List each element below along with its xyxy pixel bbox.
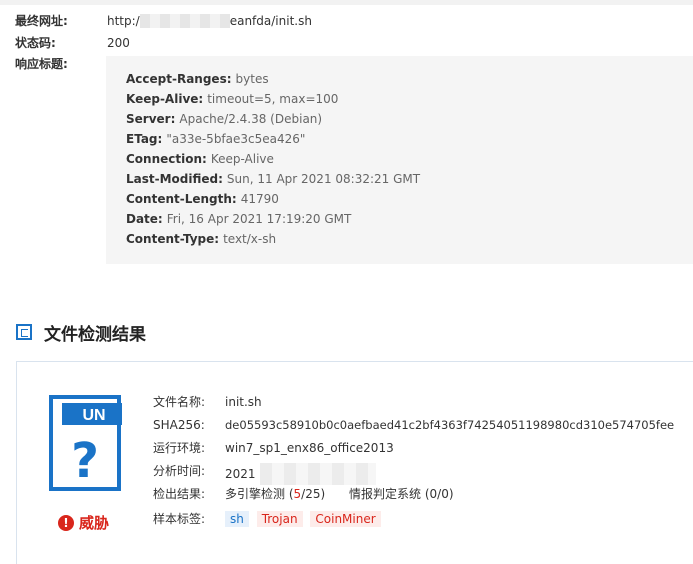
header-key: ETag: [126, 132, 163, 146]
top-divider [0, 0, 693, 5]
intel-system-count: (0/0) [424, 487, 454, 501]
header-value: Sun, 11 Apr 2021 08:32:21 GMT [226, 172, 421, 186]
engine-count: (5/25) [289, 487, 325, 501]
unknown-file-icon-graphic: UN ? [49, 395, 126, 491]
header-key: Server: [126, 112, 176, 126]
header-value: Apache/2.4.38 (Debian) [179, 112, 323, 126]
detection-result-value: 多引擎检测 (5/25) 情报判定系统 (0/0) [225, 486, 454, 502]
multi-engine-link[interactable]: 多引擎检测 [225, 487, 285, 501]
section-title: 文件检测结果 [44, 324, 146, 345]
header-value: Fri, 16 Apr 2021 17:19:20 GMT [166, 212, 352, 226]
header-value: 41790 [240, 192, 279, 206]
header-value: timeout=5, max=100 [207, 92, 339, 106]
analysis-time-label: 分析时间: [153, 464, 206, 478]
document-section-icon [16, 324, 32, 340]
redacted-date-segment [259, 463, 376, 485]
header-line: ETag: "a33e-5bfae3c5ea426" [126, 131, 305, 147]
env-label: 运行环境: [153, 441, 206, 455]
tag-sh[interactable]: sh [225, 511, 249, 527]
intel-system-link[interactable]: 情报判定系统 [349, 487, 421, 501]
header-key: Accept-Ranges: [126, 72, 232, 86]
header-key: Content-Length: [126, 192, 237, 206]
detection-result-label: 检出结果: [153, 487, 206, 501]
header-line: Date: Fri, 16 Apr 2021 17:19:20 GMT [126, 211, 351, 227]
tag-coinminer[interactable]: CoinMiner [310, 511, 381, 527]
header-line: Last-Modified: Sun, 11 Apr 2021 08:32:21 … [126, 171, 420, 187]
header-value: text/x-sh [223, 232, 277, 246]
analysis-time-year: 2021 [225, 467, 256, 481]
header-line: Content-Type: text/x-sh [126, 231, 276, 247]
unknown-file-icon: UN ? [48, 394, 126, 492]
section-header: 文件检测结果 [16, 320, 146, 345]
redacted-url-segment [139, 14, 230, 28]
tag-trojan[interactable]: Trojan [256, 511, 303, 527]
header-value: Keep-Alive [210, 152, 274, 166]
header-value: "a33e-5bfae3c5ea426" [166, 132, 306, 146]
status-value: 200 [107, 36, 130, 50]
header-key: Content-Type: [126, 232, 220, 246]
header-key: Last-Modified: [126, 172, 223, 186]
sample-tags-label: 样本标签: [153, 512, 206, 526]
warning-icon: ! [58, 514, 74, 531]
final-url-suffix: eanfda/init.sh [229, 14, 312, 28]
status-label: 状态码: [15, 36, 56, 50]
question-mark-icon: ? [71, 433, 99, 489]
header-value: bytes [235, 72, 269, 86]
env-value: win7_sp1_enx86_office2013 [225, 441, 394, 455]
header-line: Keep-Alive: timeout=5, max=100 [126, 91, 338, 107]
header-line: Connection: Keep-Alive [126, 151, 274, 167]
sample-tags: sh Trojan CoinMiner [225, 511, 385, 527]
header-key: Keep-Alive: [126, 92, 204, 106]
response-headers-panel: Accept-Ranges: bytes Keep-Alive: timeout=5… [106, 56, 693, 264]
verdict-badge: ! 威胁 [58, 512, 109, 533]
final-url-prefix: http:/ [107, 14, 140, 28]
headers-label: 响应标题: [15, 57, 68, 71]
filename-value: init.sh [225, 395, 262, 409]
analysis-time-value: 2021 [225, 463, 376, 485]
verdict-text: 威胁 [79, 514, 110, 532]
sha256-label: SHA256: [153, 418, 205, 432]
final-url-label: 最终网址: [15, 14, 68, 28]
filename-label: 文件名称: [153, 395, 206, 409]
engine-total: /25) [301, 487, 326, 501]
page: 最终网址: http:/ eanfda/init.sh 状态码: 200 响应标题… [0, 0, 693, 564]
header-line: Accept-Ranges: bytes [126, 71, 269, 87]
file-type-badge: UN [82, 407, 105, 424]
header-key: Connection: [126, 152, 207, 166]
final-url-value[interactable]: http:/ eanfda/init.sh [107, 13, 312, 29]
header-line: Content-Length: 41790 [126, 191, 279, 207]
header-line: Server: Apache/2.4.38 (Debian) [126, 111, 322, 127]
sha256-value[interactable]: de05593c58910b0c0aefbaed41c2bf4363f74254… [225, 417, 674, 433]
header-key: Date: [126, 212, 163, 226]
